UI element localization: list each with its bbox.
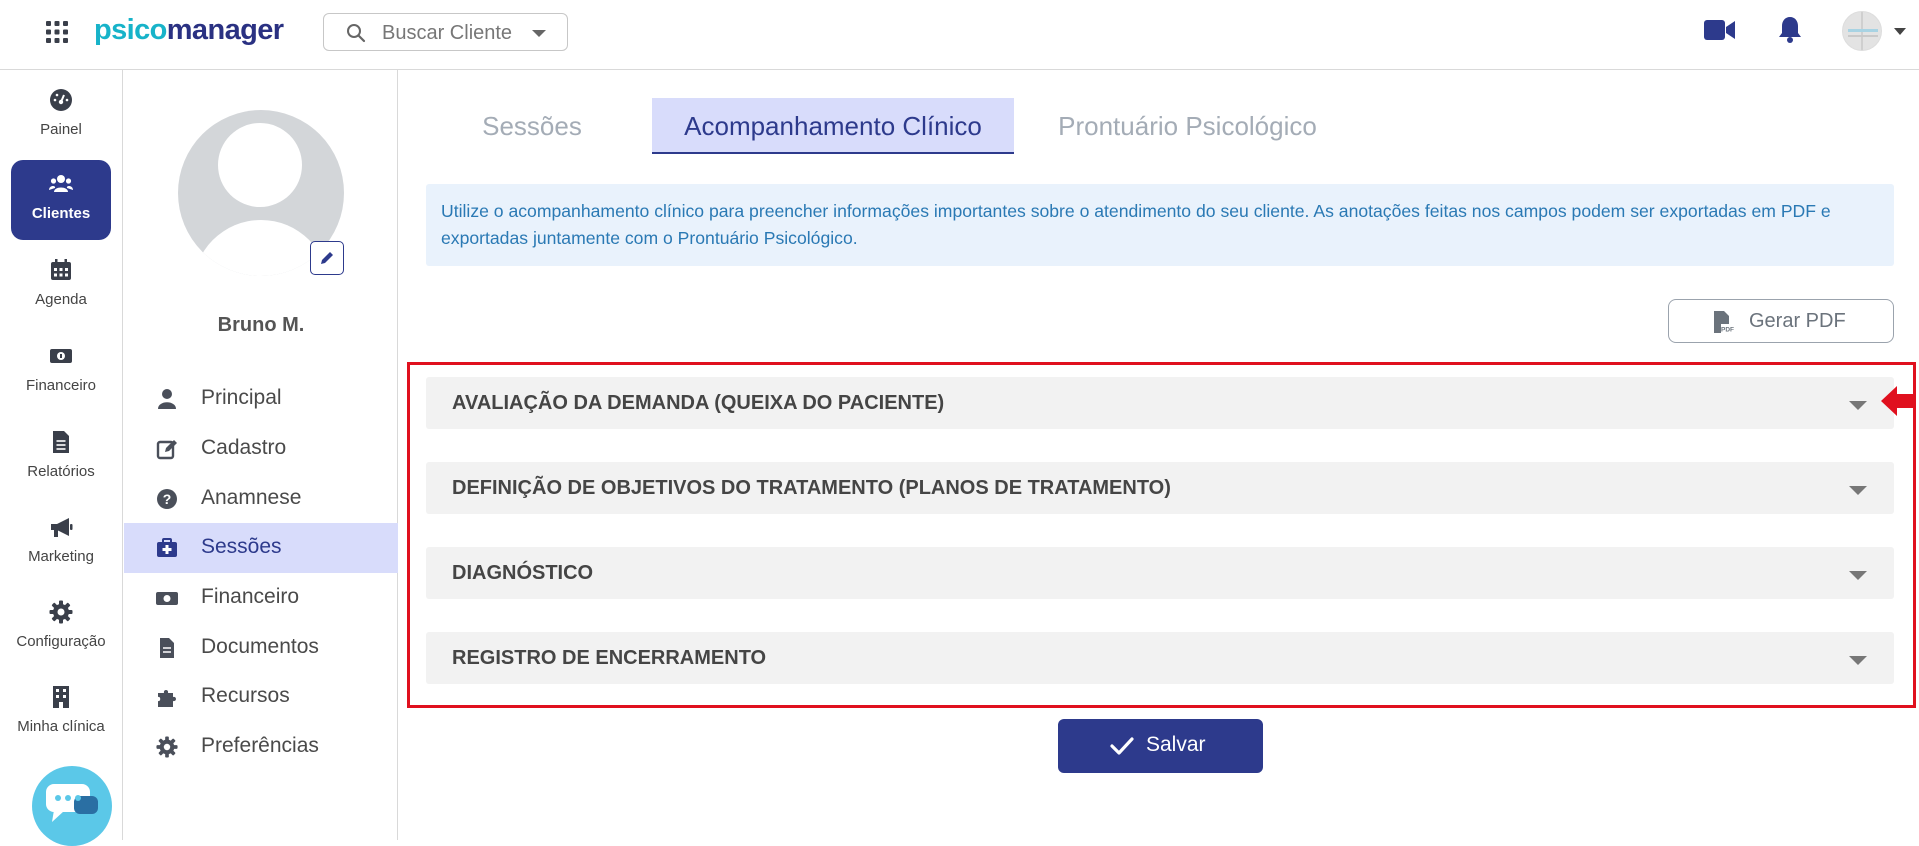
nav-label: Financeiro xyxy=(25,377,97,394)
gear-icon xyxy=(156,736,178,758)
chevron-down-icon xyxy=(1849,401,1867,410)
client-menu-preferencias[interactable]: Preferências xyxy=(124,722,398,772)
generate-pdf-label: Gerar PDF xyxy=(1749,310,1846,332)
generate-pdf-button[interactable]: PDF Gerar PDF xyxy=(1668,299,1894,343)
nav-label: Minha clínica xyxy=(17,718,105,735)
money-icon xyxy=(156,592,178,605)
save-button[interactable]: Salvar xyxy=(1058,719,1263,773)
accordion-diagnostico[interactable]: DIAGNÓSTICO xyxy=(426,547,1894,599)
logo-part-manager: manager xyxy=(166,14,284,46)
edit-icon xyxy=(156,440,177,460)
dashboard-icon xyxy=(50,89,72,111)
video-camera-icon[interactable] xyxy=(1703,18,1737,42)
accordion-title: DIAGNÓSTICO xyxy=(452,562,594,584)
client-menu-label: Recursos xyxy=(201,684,290,707)
calendar-icon xyxy=(51,259,71,280)
accordion-objetivos-tratamento[interactable]: DEFINIÇÃO DE OBJETIVOS DO TRATAMENTO (PL… xyxy=(426,462,1894,514)
nav-label: Agenda xyxy=(35,291,87,308)
chevron-down-icon xyxy=(1849,656,1867,665)
nav-item-agenda[interactable]: Agenda xyxy=(11,246,111,326)
client-menu-documentos[interactable]: Documentos xyxy=(124,623,398,673)
pencil-icon xyxy=(321,252,333,264)
svg-text:PDF: PDF xyxy=(1721,327,1734,334)
client-menu-label: Sessões xyxy=(201,535,282,558)
chevron-down-icon xyxy=(532,30,546,37)
nav-item-painel[interactable]: Painel xyxy=(11,76,111,156)
top-bar: psicomanager Buscar Cliente xyxy=(0,0,1919,70)
nav-label: Configuração xyxy=(16,633,106,650)
pdf-file-icon: PDF xyxy=(1714,311,1734,334)
edit-photo-button[interactable] xyxy=(310,241,344,275)
client-menu-anamnese[interactable]: ? Anamnese xyxy=(124,474,398,524)
search-icon xyxy=(347,24,366,43)
user-avatar[interactable] xyxy=(1842,11,1882,51)
chat-support-button[interactable] xyxy=(32,766,112,846)
tab-prontuario-psicologico[interactable]: Prontuário Psicológico xyxy=(1035,98,1340,154)
puzzle-icon xyxy=(158,690,176,707)
client-menu-sessoes[interactable]: Sessões xyxy=(124,523,398,573)
building-icon xyxy=(53,686,69,708)
svg-text:?: ? xyxy=(163,491,172,507)
client-menu-label: Principal xyxy=(201,386,282,409)
client-name: Bruno M. xyxy=(217,314,305,336)
app-logo[interactable]: psicomanager xyxy=(94,10,284,50)
nav-item-financeiro[interactable]: Financeiro xyxy=(11,332,111,412)
nav-label: Relatórios xyxy=(27,463,95,480)
search-placeholder: Buscar Cliente xyxy=(382,22,513,44)
client-menu-financeiro[interactable]: Financeiro xyxy=(124,573,398,623)
question-icon: ? xyxy=(157,489,177,509)
document-icon xyxy=(53,431,69,453)
chevron-down-icon xyxy=(1849,571,1867,580)
chat-icon xyxy=(46,784,98,822)
apps-grid-icon[interactable] xyxy=(45,20,69,44)
bell-icon[interactable] xyxy=(1777,15,1803,45)
tab-acompanhamento-clinico[interactable]: Acompanhamento Clínico xyxy=(652,98,1014,154)
tab-sessoes[interactable]: Sessões xyxy=(452,98,612,154)
gear-icon xyxy=(49,600,73,624)
client-menu-recursos[interactable]: Recursos xyxy=(124,672,398,722)
file-icon xyxy=(160,638,174,658)
client-menu-label: Anamnese xyxy=(201,486,302,509)
nav-label: Painel xyxy=(40,121,82,138)
accordion-title: DEFINIÇÃO DE OBJETIVOS DO TRATAMENTO (PL… xyxy=(452,477,1171,499)
red-arrow-pointer-icon xyxy=(1881,386,1913,416)
client-menu-label: Cadastro xyxy=(201,436,287,459)
client-menu-label: Documentos xyxy=(201,635,319,658)
main-sidebar: Painel Clientes Agenda Financeiro Relató… xyxy=(0,70,123,846)
client-menu-cadastro[interactable]: Cadastro xyxy=(124,424,398,474)
user-icon xyxy=(158,389,176,409)
info-notice: Utilize o acompanhamento clínico para pr… xyxy=(426,184,1894,266)
nav-label: Marketing xyxy=(28,548,94,565)
accordion-title: REGISTRO DE ENCERRAMENTO xyxy=(452,647,767,669)
client-menu-label: Preferências xyxy=(201,734,319,757)
client-menu-label: Financeiro xyxy=(201,585,300,608)
nav-item-configuracao[interactable]: Configuração xyxy=(11,588,111,668)
client-search-dropdown[interactable]: Buscar Cliente xyxy=(323,13,568,51)
nav-item-marketing[interactable]: Marketing xyxy=(11,503,111,583)
client-menu-principal[interactable]: Principal xyxy=(124,374,398,424)
accordion-registro-encerramento[interactable]: REGISTRO DE ENCERRAMENTO xyxy=(426,632,1894,684)
nav-label: Clientes xyxy=(31,205,91,222)
client-panel: Bruno M. Principal Cadastro ? Anamnese S… xyxy=(124,70,398,840)
money-icon xyxy=(50,349,72,363)
users-icon xyxy=(49,175,73,192)
check-icon xyxy=(1110,737,1134,755)
nav-item-relatorios[interactable]: Relatórios xyxy=(11,418,111,498)
save-label: Salvar xyxy=(1146,733,1206,756)
accordion-title: AVALIAÇÃO DA DEMANDA (QUEIXA DO PACIENTE… xyxy=(452,392,945,414)
chevron-down-icon[interactable] xyxy=(1894,28,1906,35)
logo-part-psico: psico xyxy=(94,14,167,46)
megaphone-icon xyxy=(51,518,73,537)
chevron-down-icon xyxy=(1849,486,1867,495)
medkit-icon xyxy=(157,538,177,557)
accordion-avaliacao-demanda[interactable]: AVALIAÇÃO DA DEMANDA (QUEIXA DO PACIENTE… xyxy=(426,377,1894,429)
nav-item-clientes[interactable]: Clientes xyxy=(11,160,111,240)
nav-item-minha-clinica[interactable]: Minha clínica xyxy=(11,673,111,753)
